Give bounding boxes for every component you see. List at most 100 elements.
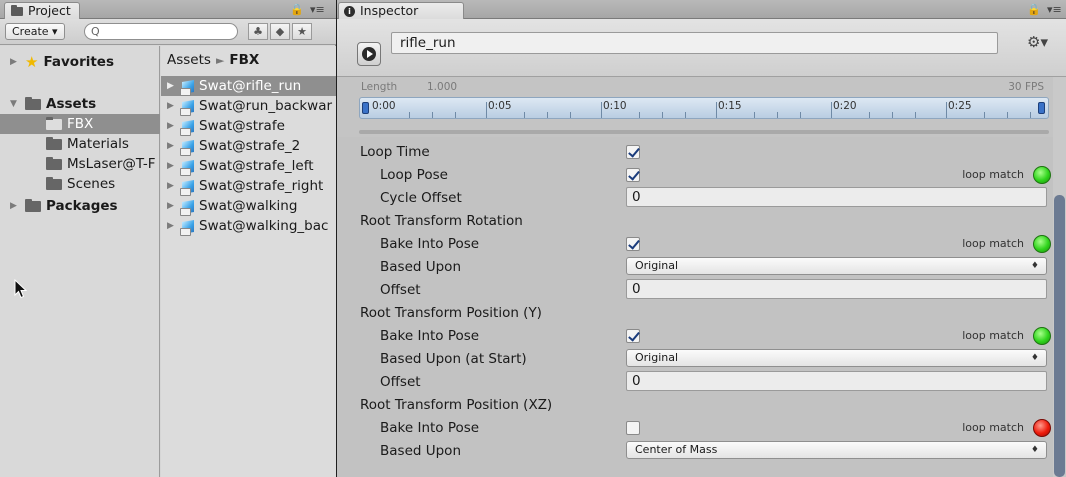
loop-match-green-indicator-icon xyxy=(1033,235,1051,253)
play-icon xyxy=(362,47,376,61)
search-input[interactable]: Q xyxy=(84,23,238,40)
expand-arrow-icon[interactable]: ▶ xyxy=(167,121,177,131)
asset-row[interactable]: ▶ Swat@strafe_2 xyxy=(161,136,336,156)
tab-inspector[interactable]: i Inspector xyxy=(338,2,464,19)
asset-row[interactable]: ▶ Swat@strafe_right xyxy=(161,176,336,196)
timeline-area: Length 1.000 30 FPS 0:00 0:05 0:10 0:15 … xyxy=(337,77,1066,137)
tick-label: 0:00 xyxy=(372,100,396,112)
loop-time-checkbox[interactable] xyxy=(626,145,640,159)
asset-row[interactable]: ▶ Swat@strafe xyxy=(161,116,336,136)
root-position-xz-header-row: Root Transform Position (XZ) xyxy=(337,393,1051,416)
gear-icon[interactable]: ⚙▾ xyxy=(1027,33,1048,51)
expand-arrow-icon[interactable]: ▶ xyxy=(167,221,177,231)
position-xz-bake-row: Bake Into Pose loop match xyxy=(337,416,1051,439)
filter-by-type-icon[interactable]: ♣ xyxy=(248,23,268,40)
position-xz-bake-checkbox[interactable] xyxy=(626,421,640,435)
asset-row[interactable]: ▶ Swat@run_backwar xyxy=(161,96,336,116)
tree-item-packages[interactable]: ▶ Packages xyxy=(10,196,118,216)
tab-project[interactable]: Project xyxy=(4,2,80,19)
panel-menu-icon[interactable]: ▾≡ xyxy=(1047,3,1062,16)
panel-menu-icon[interactable]: ▾≡ xyxy=(310,3,325,16)
info-icon: i xyxy=(344,5,355,17)
tree-item-label: FBX xyxy=(67,116,94,132)
tick-label: 0:05 xyxy=(488,100,512,112)
clip-name-field[interactable]: rifle_run xyxy=(391,32,998,54)
search-icon: Q xyxy=(91,25,100,38)
loop-match-green-indicator-icon xyxy=(1033,166,1051,184)
expand-arrow-icon[interactable]: ▶ xyxy=(167,101,177,111)
position-y-based-upon-label: Based Upon (at Start) xyxy=(380,351,527,367)
tree-item-favorites[interactable]: ▶ ★ Favorites xyxy=(10,52,114,72)
dropdown-arrows-icon: ♦ xyxy=(1030,445,1039,455)
expand-arrow-icon[interactable]: ▶ xyxy=(10,57,20,67)
major-tick xyxy=(486,102,487,118)
position-xz-bake-label: Bake Into Pose xyxy=(380,420,480,436)
loop-pose-checkbox[interactable] xyxy=(626,168,640,182)
rotation-bake-label: Bake Into Pose xyxy=(380,236,480,252)
create-button[interactable]: Create ▾ xyxy=(5,23,65,40)
play-preview-button[interactable] xyxy=(357,42,381,66)
end-handle[interactable] xyxy=(1038,102,1045,114)
asset-label: Swat@strafe_2 xyxy=(199,138,301,154)
folder-icon xyxy=(46,156,62,170)
tab-inspector-label: Inspector xyxy=(360,3,419,18)
minor-tick xyxy=(892,112,893,118)
clip-properties: Loop Time Loop Pose loop match Cycle Off… xyxy=(337,137,1051,477)
asset-row[interactable]: ▶ Swat@rifle_run xyxy=(161,76,336,96)
breadcrumb-fbx[interactable]: FBX xyxy=(229,52,259,68)
tree-item-scenes[interactable]: Scenes xyxy=(46,174,115,194)
inspector-panel: i Inspector 🔒 ▾≡ rifle_run ⚙▾ Length 1.0… xyxy=(337,0,1066,477)
position-xz-based-upon-dropdown[interactable]: Center of Mass ♦ xyxy=(626,441,1047,459)
favorite-star-icon[interactable]: ★ xyxy=(292,23,312,40)
lock-icon[interactable]: 🔒 xyxy=(1027,3,1041,16)
rotation-offset-field[interactable]: 0 xyxy=(626,279,1047,299)
asset-row[interactable]: ▶ Swat@walking xyxy=(161,196,336,216)
expand-arrow-icon[interactable]: ▶ xyxy=(167,81,177,91)
tree-item-assets[interactable]: ▼ Assets xyxy=(10,94,96,114)
position-xz-based-upon-label: Based Upon xyxy=(380,443,461,459)
cycle-offset-row: Cycle Offset 0 xyxy=(337,186,1051,209)
expand-arrow-icon[interactable]: ▶ xyxy=(167,201,177,211)
position-y-based-upon-dropdown[interactable]: Original ♦ xyxy=(626,349,1047,367)
loop-pose-label: Loop Pose xyxy=(380,167,448,183)
expand-arrow-icon[interactable]: ▶ xyxy=(167,161,177,171)
model-prefab-icon xyxy=(180,179,196,196)
tree-item-materials[interactable]: Materials xyxy=(46,134,129,154)
timeline-ruler[interactable]: 0:00 0:05 0:10 0:15 0:20 0:25 xyxy=(359,97,1049,119)
breadcrumb-separator: ► xyxy=(215,54,225,67)
asset-row[interactable]: ▶ Swat@strafe_left xyxy=(161,156,336,176)
divider xyxy=(359,130,1049,134)
asset-row[interactable]: ▶ Swat@walking_bac xyxy=(161,216,336,236)
tree-item-label: Packages xyxy=(46,198,118,214)
expand-arrow-icon[interactable]: ▶ xyxy=(167,181,177,191)
position-y-offset-label: Offset xyxy=(380,374,421,390)
breadcrumb-assets[interactable]: Assets xyxy=(167,52,211,68)
model-prefab-icon xyxy=(180,99,196,116)
asset-label: Swat@walking xyxy=(199,198,298,214)
minor-tick xyxy=(524,112,525,118)
tick-label: 0:25 xyxy=(948,100,972,112)
tree-item-mslaser[interactable]: MsLaser@T-F xyxy=(46,154,156,174)
minor-tick xyxy=(915,112,916,118)
inspector-scrollbar[interactable] xyxy=(1053,77,1066,477)
tree-item-fbx[interactable]: FBX xyxy=(0,114,160,134)
loop-match-red-indicator-icon xyxy=(1033,419,1051,437)
collapse-arrow-icon[interactable]: ▼ xyxy=(10,99,20,109)
position-y-offset-field[interactable]: 0 xyxy=(626,371,1047,391)
minor-tick xyxy=(639,112,640,118)
scrollbar-thumb[interactable] xyxy=(1054,195,1065,477)
folder-tree: ▶ ★ Favorites ▼ Assets FBX Materials MsL… xyxy=(0,46,160,477)
position-y-bake-checkbox[interactable] xyxy=(626,329,640,343)
filter-by-label-icon[interactable]: ◆ xyxy=(270,23,290,40)
folder-icon xyxy=(25,198,41,212)
expand-arrow-icon[interactable]: ▶ xyxy=(167,141,177,151)
root-rotation-header: Root Transform Rotation xyxy=(360,213,523,229)
lock-icon[interactable]: 🔒 xyxy=(290,3,304,16)
rotation-bake-checkbox[interactable] xyxy=(626,237,640,251)
cycle-offset-field[interactable]: 0 xyxy=(626,187,1047,207)
expand-arrow-icon[interactable]: ▶ xyxy=(10,201,20,211)
rotation-based-upon-dropdown[interactable]: Original ♦ xyxy=(626,257,1047,275)
loop-match-label: loop match xyxy=(962,421,1024,434)
start-handle[interactable] xyxy=(362,102,369,114)
position-xz-based-upon-row: Based Upon Center of Mass ♦ xyxy=(337,439,1051,462)
